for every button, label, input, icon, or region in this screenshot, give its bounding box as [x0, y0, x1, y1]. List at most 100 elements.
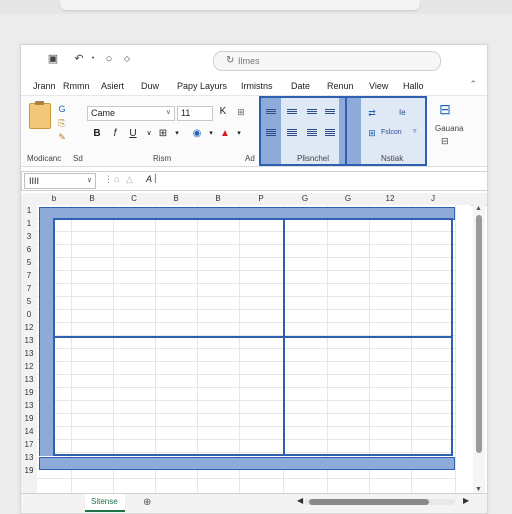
horizontal-scroll-thumb[interactable] [309, 499, 429, 505]
row-header[interactable]: 12 [21, 323, 37, 332]
row-header[interactable]: 19 [21, 414, 37, 423]
row-header[interactable]: 1 [21, 206, 37, 215]
menu-item[interactable]: Duw [141, 81, 159, 91]
scroll-left-icon[interactable]: ◀ [297, 496, 303, 505]
number-format-dropdown-icon[interactable]: ▿ [413, 127, 417, 135]
row-header[interactable]: 1 [21, 219, 37, 228]
enter-icon[interactable]: △ [126, 174, 133, 185]
currency-icon[interactable]: ⇄ [367, 108, 377, 118]
font-size-select[interactable]: 11 [177, 106, 213, 121]
fill-options-icon[interactable]: ▾ [205, 128, 217, 140]
scroll-up-icon[interactable]: ▲ [475, 205, 482, 212]
formula-input[interactable]: | [154, 173, 157, 184]
conditional-format-icon[interactable]: ⊟ [437, 102, 453, 120]
redo-icon[interactable]: ○ [103, 53, 115, 65]
column-header[interactable]: b [37, 194, 71, 203]
font-color-grid-icon[interactable]: ⊞ [235, 106, 247, 118]
column-header[interactable]: C [113, 194, 155, 203]
row-header[interactable]: 7 [21, 271, 37, 280]
italic-button[interactable]: f [109, 128, 121, 140]
row-header[interactable]: 13 [21, 336, 37, 345]
fill-color-icon[interactable]: ◉ [191, 128, 203, 140]
row-header[interactable]: 13 [21, 453, 37, 462]
row-header[interactable]: 5 [21, 258, 37, 267]
wrap-text-icon[interactable] [325, 108, 335, 116]
font-color-options-icon[interactable]: ▾ [233, 128, 245, 140]
border-icon[interactable]: ⊞ [157, 128, 169, 140]
column-header[interactable]: G [327, 194, 369, 203]
group-label-alignment: Plisnchel [297, 154, 330, 163]
row-header[interactable]: 17 [21, 440, 37, 449]
border-options-icon[interactable]: ▾ [171, 128, 183, 140]
menu-item[interactable]: Papy Layurs [177, 81, 227, 91]
align-top-icon[interactable] [266, 108, 276, 116]
spreadsheet-grid[interactable]: b B C B B P G G 12 J 1 1 3 6 5 7 7 5 0 1… [21, 193, 487, 493]
scroll-down-icon[interactable]: ▼ [475, 486, 482, 493]
cell-area[interactable] [37, 205, 471, 493]
justify-icon[interactable] [325, 128, 335, 136]
copy-icon[interactable]: ⎘ [57, 118, 67, 128]
add-sheet-icon[interactable]: ⊕ [143, 497, 151, 508]
vertical-scroll-thumb[interactable] [476, 215, 482, 453]
column-header[interactable]: G [283, 194, 327, 203]
quick-access-toolbar: ▣ ↶ • ○ ◇ ↻ Ilmes [21, 45, 487, 73]
column-header[interactable]: 12 [369, 194, 411, 203]
align-right-icon[interactable] [307, 128, 317, 136]
bold-button[interactable]: B [91, 128, 103, 140]
ribbon-collapse-icon[interactable]: ⌃ [469, 79, 477, 90]
row-header[interactable]: 13 [21, 375, 37, 384]
cut-icon[interactable]: G [57, 104, 67, 114]
row-header[interactable]: 3 [21, 232, 37, 241]
menu-item[interactable]: Hallo [403, 81, 424, 91]
underline-button[interactable]: U [127, 128, 139, 140]
save-icon[interactable]: ▣ [47, 53, 59, 65]
vertical-scrollbar[interactable]: ▲ ▼ [473, 205, 485, 493]
cancel-icon[interactable]: ⌂ [114, 174, 119, 184]
column-header[interactable]: B [155, 194, 197, 203]
name-box[interactable]: IIII ∨ [24, 173, 96, 189]
font-color-icon[interactable]: ▲ [219, 128, 231, 140]
menu-item[interactable]: View [369, 81, 388, 91]
align-middle-icon[interactable] [287, 108, 297, 116]
search-box[interactable]: ↻ Ilmes [213, 51, 441, 71]
column-header[interactable]: B [197, 194, 239, 203]
sheet-tab[interactable]: Sitense [85, 494, 125, 512]
horizontal-scrollbar[interactable] [305, 499, 455, 505]
paste-icon[interactable] [29, 101, 51, 129]
increase-font-button[interactable]: K [217, 106, 229, 118]
row-header[interactable]: 5 [21, 297, 37, 306]
menu-item[interactable]: Renun [327, 81, 354, 91]
row-header[interactable]: 6 [21, 245, 37, 254]
scroll-right-icon[interactable]: ▶ [463, 496, 469, 505]
column-header[interactable]: P [239, 194, 283, 203]
fx-label[interactable]: A [146, 174, 152, 184]
align-left-icon[interactable] [266, 128, 276, 136]
format-painter-icon[interactable]: ✎ [57, 132, 67, 142]
column-header[interactable]: J [411, 194, 455, 203]
row-header[interactable]: 19 [21, 388, 37, 397]
align-bottom-icon[interactable] [307, 108, 317, 116]
font-name-select[interactable]: Came ∨ [87, 106, 175, 121]
row-header[interactable]: 14 [21, 427, 37, 436]
general-options-icon[interactable]: ⊟ [441, 136, 449, 147]
undo-icon[interactable]: ↶ [73, 53, 85, 65]
underline-options-icon[interactable]: ∨ [143, 128, 155, 140]
row-header[interactable]: 13 [21, 401, 37, 410]
column-header[interactable]: B [71, 194, 113, 203]
row-header[interactable]: 12 [21, 362, 37, 371]
row-header[interactable]: 13 [21, 349, 37, 358]
number-format-icon[interactable]: ⊞ [367, 128, 377, 138]
menu-item[interactable]: Irmistns [241, 81, 273, 91]
menu-item[interactable]: Asiert [101, 81, 124, 91]
overflow-icon[interactable]: ◇ [121, 53, 133, 65]
menu-item[interactable]: Date [291, 81, 310, 91]
row-header[interactable]: 0 [21, 310, 37, 319]
dot-icon: • [91, 55, 95, 62]
align-center-icon[interactable] [287, 128, 297, 136]
group-label-sd: Sd [73, 154, 83, 163]
menu-item[interactable]: Rmmn [63, 81, 90, 91]
more-icon: ⋮ [104, 174, 113, 184]
row-header[interactable]: 7 [21, 284, 37, 293]
row-header[interactable]: 19 [21, 466, 37, 475]
menu-item[interactable]: Jrann [33, 81, 56, 91]
